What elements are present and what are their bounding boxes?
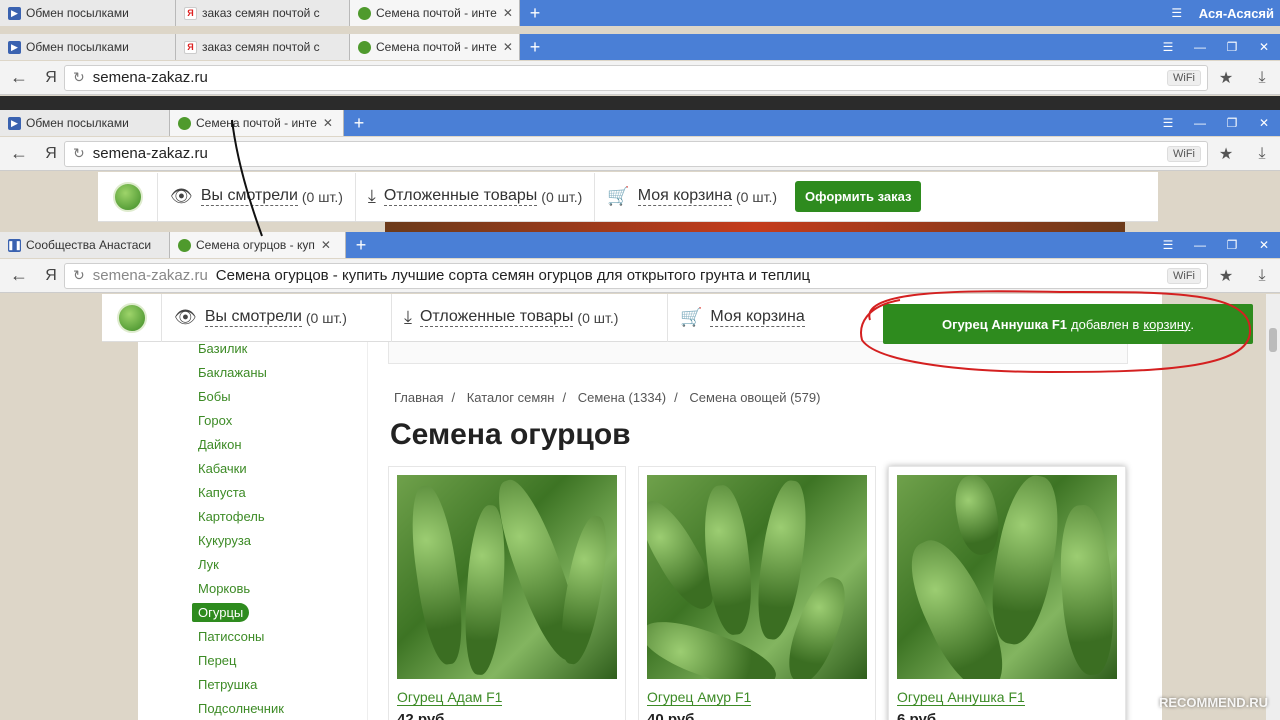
annotation-line [231,119,263,237]
annotation-ellipse [860,290,1252,374]
watermark: RECOMMEND.RU [1158,695,1268,710]
annotation-overlay [231,119,1252,374]
